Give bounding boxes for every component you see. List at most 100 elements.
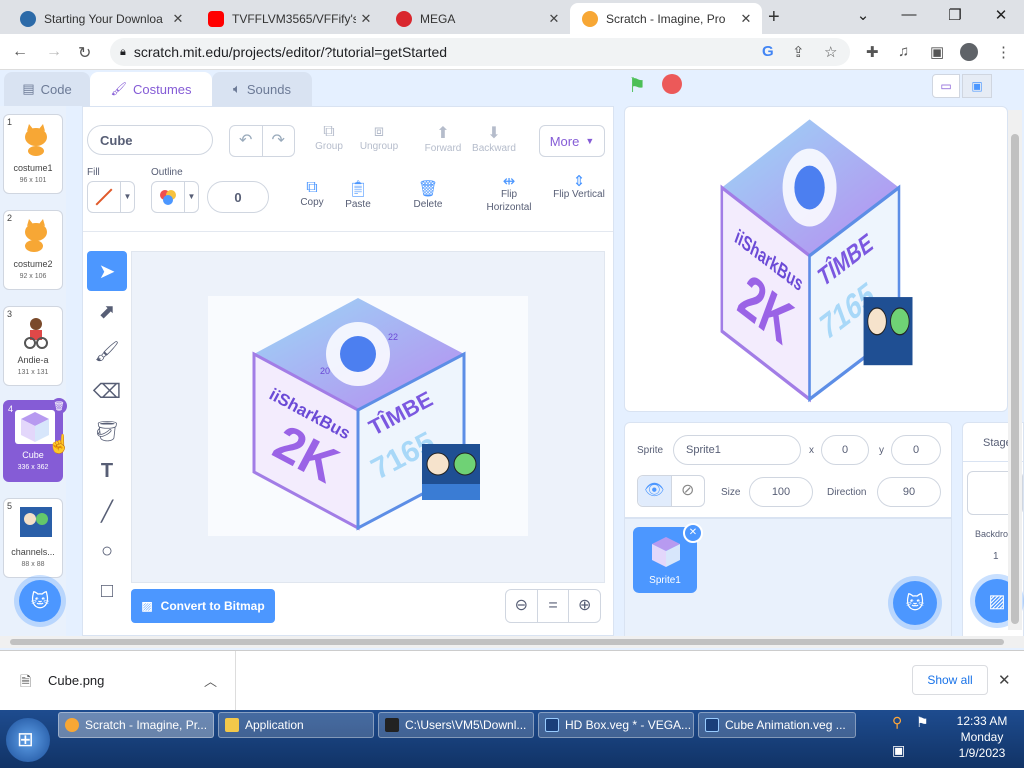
tray-icon[interactable]: ▣ [892, 742, 905, 759]
convert-to-bitmap-button[interactable]: ▨ Convert to Bitmap [131, 589, 275, 623]
costume-name-input[interactable]: Cube [87, 125, 213, 155]
cube-artwork[interactable]: 20 22 iiSharkBus 2K TÎMBE 7165 [208, 296, 528, 536]
extensions-icon[interactable]: ✚ [866, 43, 879, 61]
small-stage-icon[interactable]: ▭ [932, 74, 960, 98]
flip-horizontal-button[interactable]: ⇹ Flip Horizontal [481, 174, 537, 214]
fill-color-picker[interactable]: ▼ [87, 181, 135, 213]
taskbar-item-chrome[interactable]: Scratch - Imagine, Pr... [58, 712, 214, 738]
side-panel-icon[interactable]: ▣ [930, 43, 944, 61]
green-flag-icon[interactable]: ⚑ [628, 73, 646, 98]
google-icon[interactable]: G [762, 43, 774, 60]
circle-tool-icon[interactable]: ○ [87, 531, 127, 571]
close-icon[interactable]: ✕ [168, 11, 188, 27]
costume-item[interactable]: 1 costume1 96 x 101 [3, 114, 63, 194]
tab-search-icon[interactable]: ⌄ [848, 6, 878, 24]
size-input[interactable]: 100 [749, 477, 813, 507]
profile-avatar[interactable] [960, 43, 978, 61]
show-all-button[interactable]: Show all [912, 665, 988, 695]
outline-width-input[interactable]: 0 [207, 181, 269, 213]
direction-input[interactable]: 90 [877, 477, 941, 507]
zoom-out-icon[interactable]: ⊖ [506, 590, 537, 622]
redo-icon[interactable]: ↷ [261, 126, 295, 156]
sprite-tile[interactable]: Sprite1 ✕ [633, 523, 703, 593]
scrollbar-thumb[interactable] [1011, 134, 1019, 624]
scrollbar-thumb[interactable] [10, 639, 1004, 645]
rectangle-tool-icon[interactable]: □ [87, 571, 127, 611]
zoom-in-icon[interactable]: ⊕ [569, 590, 600, 622]
browser-tab-mega[interactable]: MEGA ✕ [384, 3, 570, 34]
horizontal-scrollbar[interactable] [0, 636, 1024, 648]
clock[interactable]: 12:33 AM Monday 1/9/2023 [944, 713, 1020, 761]
copy-button[interactable]: ⧉ Copy [293, 179, 331, 208]
group-button[interactable]: ⧉ Group [309, 123, 349, 152]
costume-item[interactable]: 3 Andie-a 131 x 131 [3, 306, 63, 386]
search-icon[interactable]: ⚲ [892, 714, 902, 731]
taskbar-item-vegas-1[interactable]: HD Box.veg * - VEGA... [538, 712, 694, 738]
line-tool-icon[interactable]: ╱ [87, 491, 127, 531]
undo-icon[interactable]: ↶ [230, 126, 262, 156]
brush-tool-icon[interactable]: 🖌︎ [87, 331, 127, 371]
address-field[interactable]: 🔒︎ scratch.mit.edu/projects/editor/?tuto… [110, 38, 850, 66]
eraser-tool-icon[interactable]: ⌫ [87, 371, 127, 411]
costume-item[interactable]: 5 channels... 88 x 88 [3, 498, 63, 578]
browser-tab-scratch[interactable]: Scratch - Imagine, Pro ✕ [570, 3, 762, 34]
fill-tool-icon[interactable]: 🪣︎ [87, 411, 127, 451]
reshape-tool-icon[interactable]: ⬈ [87, 291, 127, 331]
delete-sprite-icon[interactable]: ✕ [683, 523, 703, 543]
restore-icon[interactable]: ❐ [940, 6, 970, 24]
outline-color-picker[interactable]: ▼ [151, 181, 199, 213]
network-icon[interactable]: ⚑ [916, 714, 929, 731]
more-label: More [549, 133, 580, 149]
select-tool-icon[interactable]: ➤ [87, 251, 127, 291]
tab-code[interactable]: ▤ Code [4, 72, 90, 106]
back-icon[interactable]: ← [12, 43, 28, 61]
download-item[interactable]: 🗎︎ Cube.png ︿ [0, 651, 236, 711]
share-icon[interactable]: ⇪ [792, 43, 805, 61]
normal-stage-icon[interactable]: ▣ [962, 74, 992, 98]
x-input[interactable]: 0 [821, 435, 869, 465]
media-icon[interactable]: ♫ [898, 43, 909, 60]
text-tool-icon[interactable]: T [87, 451, 127, 491]
new-tab-button[interactable]: + [768, 6, 780, 29]
delete-button[interactable]: 🗑︎ Delete [407, 179, 449, 210]
close-icon[interactable]: ✕ [998, 671, 1011, 689]
stage[interactable]: iiSharkBus 2K TÎMBE 7165 [624, 106, 1008, 412]
costume-item[interactable]: 2 costume2 92 x 106 [3, 210, 63, 290]
bookmark-star-icon[interactable]: ☆ [824, 43, 837, 61]
browser-tab-github[interactable]: TVFFLVM3565/VFFify's ✕ [196, 3, 382, 34]
speaker-icon: 🔈︎ [233, 81, 241, 96]
taskbar-item-application[interactable]: Application [218, 712, 374, 738]
close-icon[interactable]: ✕ [356, 11, 376, 27]
paste-button[interactable]: 📋︎ Paste [339, 179, 377, 210]
vertical-scrollbar[interactable] [1008, 110, 1022, 630]
backward-button[interactable]: ⬇ Backward [469, 123, 519, 154]
choose-costume-button[interactable]: 🐱︎ [19, 580, 61, 622]
forward-button[interactable]: ⬆ Forward [421, 123, 465, 154]
start-button[interactable]: ⊞ [6, 718, 50, 762]
minimize-icon[interactable]: — [894, 6, 924, 23]
browser-tab-downloads[interactable]: Starting Your Downloa ✕ [8, 3, 194, 34]
more-button[interactable]: More ▼ [539, 125, 605, 157]
flip-vertical-button[interactable]: ⇕ Flip Vertical [553, 174, 605, 201]
menu-icon[interactable]: ⋮ [996, 43, 1011, 61]
choose-sprite-button[interactable]: 🐱︎ [893, 581, 937, 625]
paint-canvas[interactable]: 20 22 iiSharkBus 2K TÎMBE 7165 [131, 251, 605, 583]
close-window-icon[interactable]: ✕ [986, 6, 1016, 24]
eye-icon[interactable]: 👁︎ [638, 476, 671, 506]
eye-slash-icon[interactable]: ⊘ [670, 476, 705, 506]
zoom-reset-button[interactable]: = [536, 590, 570, 622]
tab-sounds[interactable]: 🔈︎ Sounds [212, 72, 312, 106]
forward-icon[interactable]: → [46, 43, 62, 61]
tab-costumes[interactable]: 🖌︎ Costumes [90, 72, 212, 106]
stop-icon[interactable] [662, 74, 682, 94]
close-icon[interactable]: ✕ [736, 11, 756, 27]
chevron-up-icon[interactable]: ︿ [204, 671, 217, 690]
reload-icon[interactable]: ↻ [78, 43, 91, 63]
ungroup-button[interactable]: ⧈ Ungroup [357, 123, 401, 152]
y-input[interactable]: 0 [891, 435, 941, 465]
arrow-up-icon: ⬆ [436, 125, 450, 142]
taskbar-item-7zip[interactable]: C:\Users\VM5\Downl... [378, 712, 534, 738]
taskbar-item-vegas-2[interactable]: Cube Animation.veg ... [698, 712, 856, 738]
close-icon[interactable]: ✕ [544, 11, 564, 27]
sprite-name-input[interactable]: Sprite1 [673, 435, 801, 465]
